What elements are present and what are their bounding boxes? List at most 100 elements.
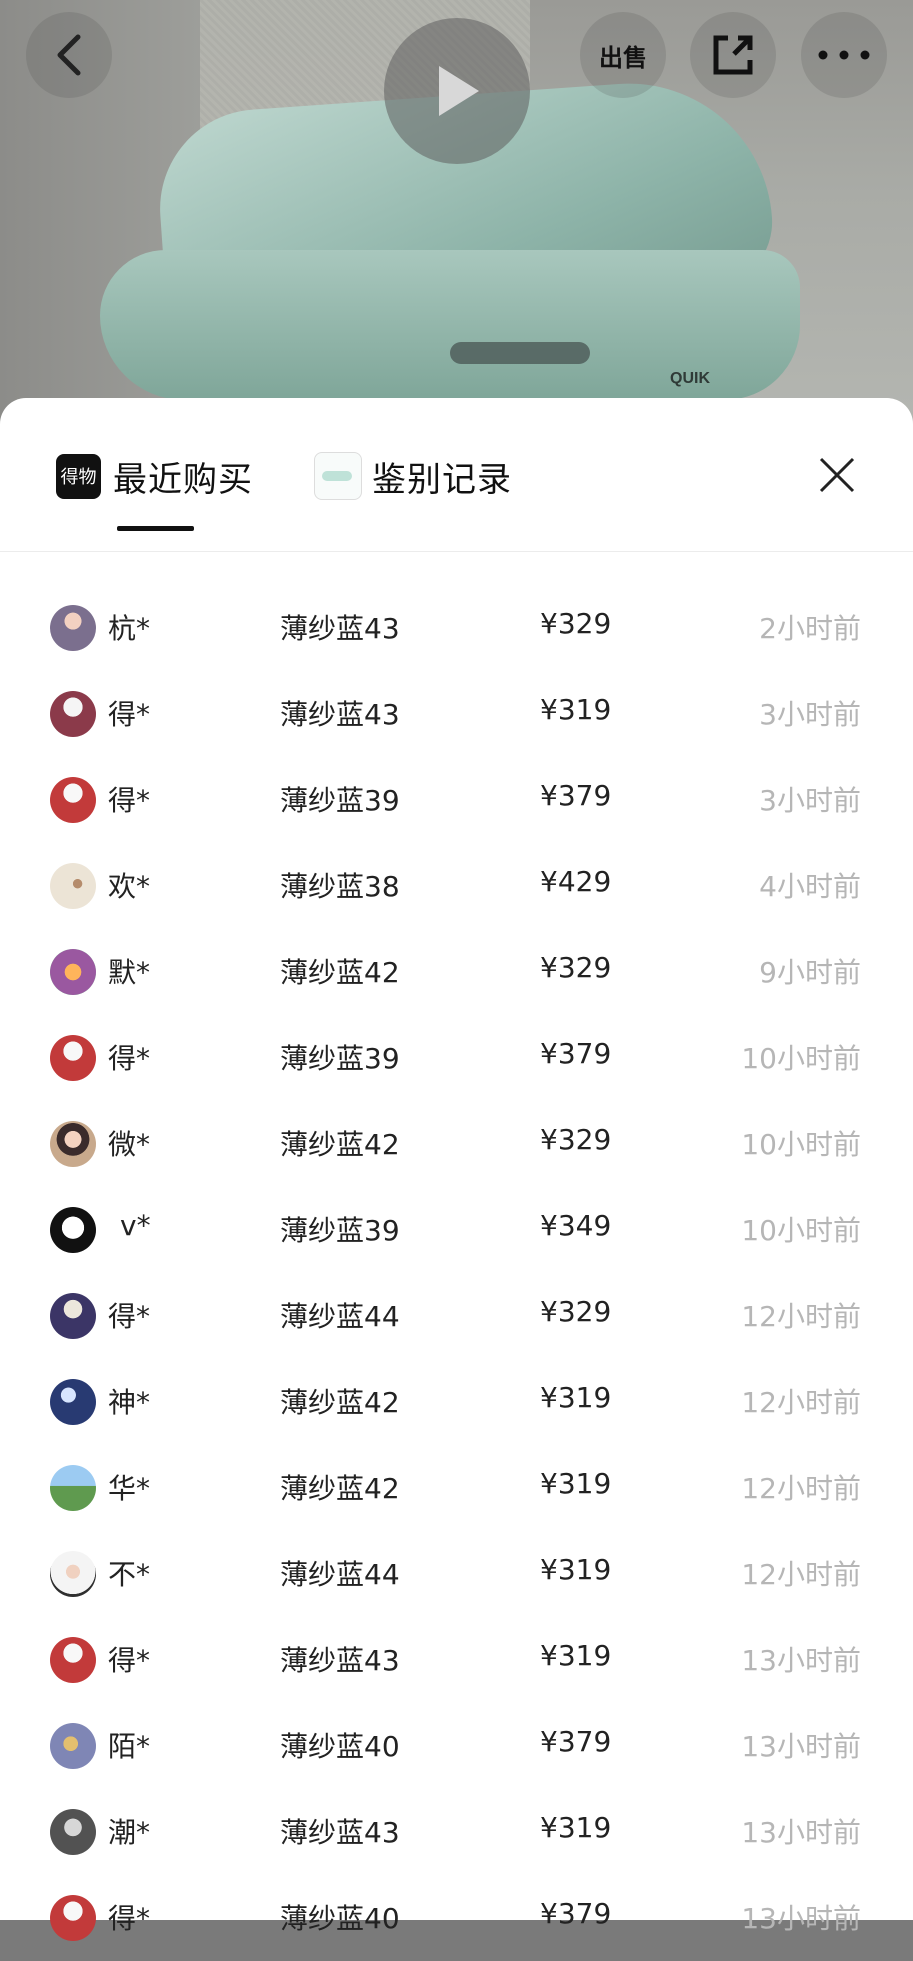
purchase-price: ¥379: [540, 1037, 612, 1070]
purchase-spec: 薄纱蓝39: [280, 1214, 400, 1247]
purchase-price: ¥319: [540, 1639, 612, 1672]
purchase-row: 默* 薄纱蓝42 ¥329 9小时前: [0, 929, 913, 1015]
recent-purchases-sheet: 得物 最近购买 鉴别记录 杭* 薄纱蓝43 ¥329 2小时前 得* 薄纱蓝43…: [0, 398, 913, 1941]
purchase-row: 得* 薄纱蓝44 ¥329 12小时前: [0, 1273, 913, 1359]
purchase-row: 潮* 薄纱蓝43 ¥319 13小时前: [0, 1789, 913, 1875]
purchase-time: 10小时前: [741, 1128, 861, 1161]
user-avatar: [50, 1121, 96, 1167]
buyer-name: 默*: [108, 956, 151, 989]
user-avatar: [50, 605, 96, 651]
purchase-row: 神* 薄纱蓝42 ¥319 12小时前: [0, 1359, 913, 1445]
buyer-name: 得*: [108, 1042, 151, 1075]
purchase-time: 12小时前: [741, 1300, 861, 1333]
more-dots-icon: [818, 50, 870, 60]
sell-button[interactable]: 出售: [580, 12, 666, 98]
purchase-spec: 薄纱蓝39: [280, 784, 400, 817]
share-out-icon: [713, 35, 753, 75]
purchase-time: 10小时前: [741, 1042, 861, 1075]
user-avatar: [50, 1895, 96, 1941]
purchase-spec: 薄纱蓝43: [280, 1816, 400, 1849]
purchase-spec: 薄纱蓝43: [280, 612, 400, 645]
chevron-left-icon: [57, 34, 81, 76]
purchase-row: v* 薄纱蓝39 ¥349 10小时前: [0, 1187, 913, 1273]
purchase-price: ¥329: [540, 951, 612, 984]
purchase-time: 2小时前: [759, 612, 861, 645]
buyer-name: 欢*: [108, 870, 151, 903]
purchase-time: 12小时前: [741, 1472, 861, 1505]
dewu-logo-icon: 得物: [56, 453, 101, 499]
buyer-name: v*: [120, 1209, 151, 1242]
buyer-name: 得*: [108, 1300, 151, 1333]
user-avatar: [50, 1293, 96, 1339]
tab-recent-purchases-label: 最近购买: [113, 459, 253, 500]
purchase-spec: 薄纱蓝44: [280, 1300, 400, 1333]
close-button[interactable]: [815, 453, 859, 497]
purchase-time: 13小时前: [741, 1730, 861, 1763]
purchase-row: 得* 薄纱蓝43 ¥319 13小时前: [0, 1617, 913, 1703]
buyer-name: 陌*: [108, 1730, 151, 1763]
play-icon: [439, 66, 479, 116]
purchase-row: 微* 薄纱蓝42 ¥329 10小时前: [0, 1101, 913, 1187]
share-button[interactable]: [690, 12, 776, 98]
purchase-spec: 薄纱蓝39: [280, 1042, 400, 1075]
purchase-price: ¥319: [540, 1467, 612, 1500]
purchase-price: ¥329: [540, 1295, 612, 1328]
product-hero: QUIK 出售: [0, 0, 913, 430]
purchase-spec: 薄纱蓝40: [280, 1730, 400, 1763]
purchase-time: 12小时前: [741, 1386, 861, 1419]
buyer-name: 神*: [108, 1386, 151, 1419]
user-avatar: [50, 1379, 96, 1425]
play-video-button[interactable]: [384, 18, 530, 164]
user-avatar: [50, 1723, 96, 1769]
shoe-thumbnail-icon: [314, 452, 362, 500]
user-avatar: [50, 1551, 96, 1597]
purchase-spec: 薄纱蓝44: [280, 1558, 400, 1591]
purchase-spec: 薄纱蓝42: [280, 1128, 400, 1161]
tab-divider: [0, 551, 913, 552]
buyer-name: 华*: [108, 1472, 151, 1505]
purchase-time: 9小时前: [759, 956, 861, 989]
purchase-time: 13小时前: [741, 1816, 861, 1849]
buyer-name: 微*: [108, 1128, 151, 1161]
purchase-row: 得* 薄纱蓝39 ¥379 10小时前: [0, 1015, 913, 1101]
tab-bar: 得物 最近购买 鉴别记录: [0, 398, 913, 550]
dewu-logo-text: 得物: [60, 467, 97, 488]
purchase-price: ¥319: [540, 1381, 612, 1414]
purchase-spec: 薄纱蓝43: [280, 1644, 400, 1677]
purchase-price: ¥329: [540, 607, 612, 640]
tab-authentication-records[interactable]: 鉴别记录: [314, 446, 512, 506]
back-button[interactable]: [26, 12, 112, 98]
purchase-time: 10小时前: [741, 1214, 861, 1247]
recent-purchases-list: 杭* 薄纱蓝43 ¥329 2小时前 得* 薄纱蓝43 ¥319 3小时前 得*…: [0, 585, 913, 1961]
user-avatar: [50, 1809, 96, 1855]
user-avatar: [50, 1465, 96, 1511]
purchase-price: ¥379: [540, 1725, 612, 1758]
purchase-spec: 薄纱蓝40: [280, 1902, 400, 1935]
purchase-time: 13小时前: [741, 1902, 861, 1935]
purchase-time: 12小时前: [741, 1558, 861, 1591]
purchase-price: ¥329: [540, 1123, 612, 1156]
tab-recent-purchases[interactable]: 得物 最近购买: [56, 446, 253, 506]
user-avatar: [50, 777, 96, 823]
purchase-price: ¥349: [540, 1209, 612, 1242]
user-avatar: [50, 1207, 96, 1253]
purchase-price: ¥379: [540, 779, 612, 812]
purchase-spec: 薄纱蓝42: [280, 956, 400, 989]
user-avatar: [50, 1637, 96, 1683]
user-avatar: [50, 691, 96, 737]
buyer-name: 潮*: [108, 1816, 151, 1849]
purchase-time: 4小时前: [759, 870, 861, 903]
buyer-name: 得*: [108, 1902, 151, 1935]
buyer-name: 得*: [108, 698, 151, 731]
purchase-time: 13小时前: [741, 1644, 861, 1677]
purchase-row: 杭* 薄纱蓝43 ¥329 2小时前: [0, 585, 913, 671]
purchase-row: 得* 薄纱蓝43 ¥319 3小时前: [0, 671, 913, 757]
user-avatar: [50, 949, 96, 995]
purchase-price: ¥429: [540, 865, 612, 898]
buyer-name: 不*: [108, 1558, 151, 1591]
user-avatar: [50, 1035, 96, 1081]
purchase-row: 得* 薄纱蓝40 ¥379 13小时前: [0, 1875, 913, 1961]
purchase-row: 华* 薄纱蓝42 ¥319 12小时前: [0, 1445, 913, 1531]
more-button[interactable]: [801, 12, 887, 98]
close-icon: [819, 457, 855, 493]
